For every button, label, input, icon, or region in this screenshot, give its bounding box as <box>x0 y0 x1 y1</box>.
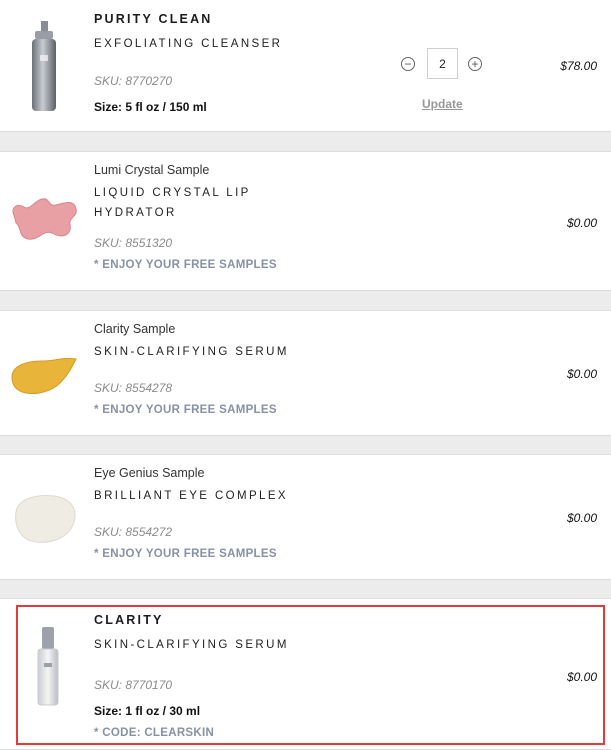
item-price: $0.00 <box>566 670 597 684</box>
product-sku: SKU: 8554278 <box>94 381 173 395</box>
promo-code: * CODE: CLEARSKIN <box>94 727 215 739</box>
pump-bottle-image <box>32 21 56 111</box>
cart-item-lumi-crystal-sample: Lumi Crystal Sample LIQUID CRYSTAL LIP H… <box>0 151 611 291</box>
sample-label: Eye Genius Sample <box>94 466 205 480</box>
product-image <box>0 483 88 557</box>
plus-circle-icon[interactable]: + <box>468 56 482 71</box>
product-name-line2[interactable]: HYDRATOR <box>94 203 471 223</box>
promo-text: * ENJOY YOUR FREE SAMPLES <box>94 259 277 271</box>
cart-item-eye-genius-sample: Eye Genius Sample BRILLIANT EYE COMPLEX … <box>0 454 611 580</box>
product-name[interactable]: BRILLIANT EYE COMPLEX <box>94 486 471 506</box>
minus-circle-icon[interactable]: − <box>401 56 415 71</box>
promo-text: * ENJOY YOUR FREE SAMPLES <box>94 548 277 560</box>
cart-item-purity-clean: PURITY CLEAN EXFOLIATING CLEANSER SKU: 8… <box>0 0 611 132</box>
item-price: $0.00 <box>566 367 597 381</box>
cart-item-clarity: CLARITY SKIN-CLARIFYING SERUM SKU: 87701… <box>0 598 611 750</box>
product-name[interactable]: SKIN-CLARIFYING SERUM <box>94 342 471 362</box>
sample-label: Clarity Sample <box>94 322 176 336</box>
promo-text: * ENJOY YOUR FREE SAMPLES <box>94 404 277 416</box>
product-size: Size: 5 fl oz / 150 ml <box>94 100 207 114</box>
cart-item-clarity-sample: Clarity Sample SKIN-CLARIFYING SERUM SKU… <box>0 310 611 436</box>
product-sku: SKU: 8554272 <box>94 525 173 539</box>
product-name[interactable]: SKIN-CLARIFYING SERUM <box>94 635 471 655</box>
update-link[interactable]: Update <box>422 97 463 111</box>
product-sku: SKU: 8551320 <box>94 236 173 250</box>
quantity-input[interactable]: 2 <box>427 48 458 79</box>
amber-swatch-image <box>11 357 77 394</box>
item-price: $78.00 <box>560 59 597 73</box>
sample-label: Lumi Crystal Sample <box>94 163 210 177</box>
product-size: Size: 1 fl oz / 30 ml <box>94 704 201 718</box>
product-image[interactable] <box>4 621 92 711</box>
product-name-line1[interactable]: LIQUID CRYSTAL LIP <box>94 183 471 203</box>
item-price: $0.00 <box>566 216 597 230</box>
product-brand[interactable]: PURITY CLEAN <box>94 12 471 26</box>
product-sku: SKU: 8770170 <box>94 678 173 692</box>
product-image[interactable] <box>0 10 88 120</box>
cream-swatch-image <box>15 495 76 543</box>
product-image <box>0 180 88 260</box>
serum-bottle-image <box>37 627 59 706</box>
quantity-stepper: − 2 + <box>401 48 482 79</box>
product-image <box>0 341 88 411</box>
product-brand[interactable]: CLARITY <box>94 613 471 627</box>
item-price: $0.00 <box>566 511 597 525</box>
pink-swatch-image <box>12 198 77 240</box>
